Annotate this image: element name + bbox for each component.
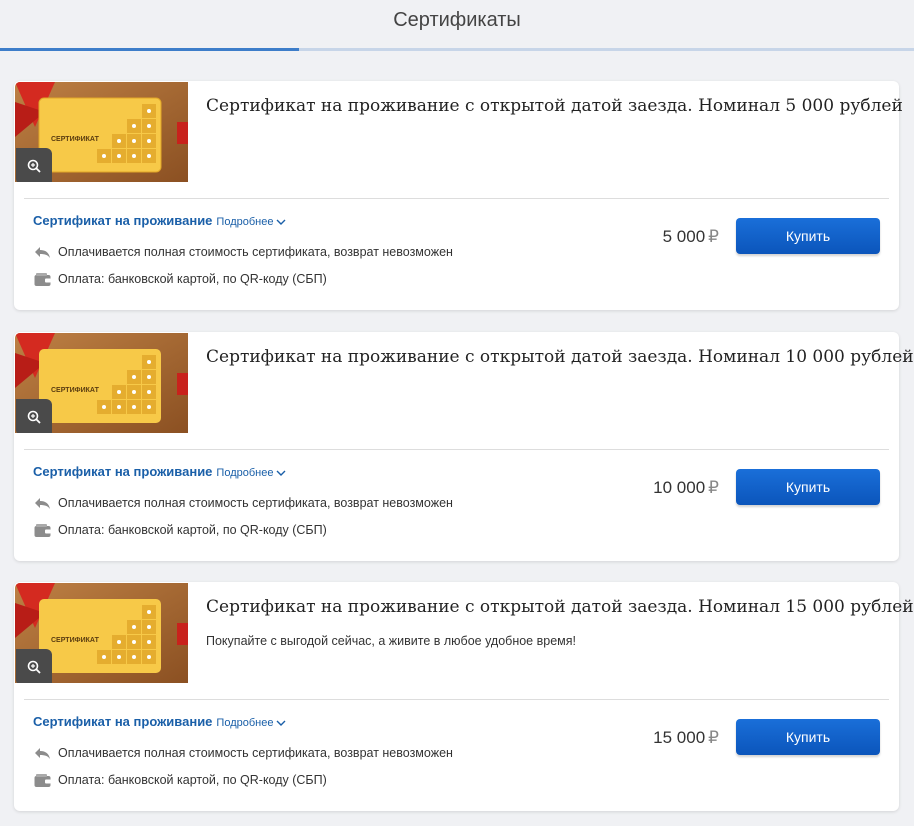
more-link[interactable]: Подробнее <box>216 216 286 228</box>
category-link[interactable]: Сертификат на проживание <box>33 714 212 729</box>
page-header: Сертификаты <box>0 0 914 52</box>
more-label: Подробнее <box>216 717 274 729</box>
payment-info: Оплата: банковской картой, по QR-коду (С… <box>33 271 327 287</box>
buy-button[interactable]: Купить <box>736 469 880 505</box>
zoom-button[interactable] <box>16 148 52 182</box>
certificate-title[interactable]: Сертификат на проживание с открытой дато… <box>206 597 914 617</box>
certificate-title[interactable]: Сертификат на проживание с открытой дато… <box>206 347 914 367</box>
certificate-description: Покупайте с выгодой сейчас, а живите в л… <box>206 634 576 648</box>
certificate-card: СЕРТИФИКАТ Сертификат на проживание с от… <box>14 582 914 811</box>
tab-progress-bar <box>0 48 914 51</box>
wallet-icon <box>33 772 51 788</box>
refund-info: Оплачивается полная стоимость сертификат… <box>33 745 453 761</box>
refund-info: Оплачивается полная стоимость сертификат… <box>33 495 453 511</box>
price-value: 15 000 <box>653 728 706 747</box>
svg-text:СЕРТИФИКАТ: СЕРТИФИКАТ <box>51 136 100 143</box>
certificate-image[interactable]: СЕРТИФИКАТ <box>15 333 188 433</box>
wallet-icon <box>33 271 51 287</box>
svg-text:СЕРТИФИКАТ: СЕРТИФИКАТ <box>51 637 100 644</box>
currency: ₽ <box>708 227 719 246</box>
tab-progress-active <box>0 48 299 51</box>
svg-text:СЕРТИФИКАТ: СЕРТИФИКАТ <box>51 387 100 394</box>
refund-text: Оплачивается полная стоимость сертификат… <box>58 245 453 259</box>
refund-info: Оплачивается полная стоимость сертификат… <box>33 244 453 260</box>
more-link[interactable]: Подробнее <box>216 717 286 729</box>
category-link[interactable]: Сертификат на проживание <box>33 464 212 479</box>
price-value: 5 000 <box>662 227 706 246</box>
certificate-image[interactable]: СЕРТИФИКАТ <box>15 82 188 182</box>
currency: ₽ <box>708 728 719 747</box>
payment-text: Оплата: банковской картой, по QR-коду (С… <box>58 523 327 537</box>
payment-text: Оплата: банковской картой, по QR-коду (С… <box>58 272 327 286</box>
refund-text: Оплачивается полная стоимость сертификат… <box>58 746 453 760</box>
return-arrow-icon <box>33 495 51 511</box>
payment-info: Оплата: банковской картой, по QR-коду (С… <box>33 522 327 538</box>
price: 15 000 ₽ <box>653 728 719 748</box>
zoom-button[interactable] <box>16 649 52 683</box>
refund-text: Оплачивается полная стоимость сертификат… <box>58 496 453 510</box>
payment-text: Оплата: банковской картой, по QR-коду (С… <box>58 773 327 787</box>
certificate-card: СЕРТИФИКАТ Сертификат на проживание с от… <box>14 332 914 561</box>
chevron-down-icon <box>276 720 286 726</box>
price: 5 000 ₽ <box>663 227 719 247</box>
price-value: 10 000 <box>653 478 706 497</box>
certificate-image[interactable]: СЕРТИФИКАТ <box>15 583 188 683</box>
price: 10 000 ₽ <box>653 478 719 498</box>
zoom-in-icon <box>27 159 41 173</box>
return-arrow-icon <box>33 745 51 761</box>
buy-button[interactable]: Купить <box>736 218 880 254</box>
more-label: Подробнее <box>216 216 274 228</box>
chevron-down-icon <box>276 470 286 476</box>
page-title: Сертификаты <box>393 9 521 31</box>
more-label: Подробнее <box>216 467 274 479</box>
currency: ₽ <box>708 478 719 497</box>
certificate-title[interactable]: Сертификат на проживание с открытой дато… <box>206 96 903 116</box>
zoom-in-icon <box>27 410 41 424</box>
return-arrow-icon <box>33 244 51 260</box>
certificate-card: СЕРТИФИКАТ Сертификат на проживание с от… <box>14 81 903 310</box>
chevron-down-icon <box>276 219 286 225</box>
more-link[interactable]: Подробнее <box>216 467 286 479</box>
category-link[interactable]: Сертификат на проживание <box>33 213 212 228</box>
buy-button[interactable]: Купить <box>736 719 880 755</box>
zoom-in-icon <box>27 660 41 674</box>
wallet-icon <box>33 522 51 538</box>
payment-info: Оплата: банковской картой, по QR-коду (С… <box>33 772 327 788</box>
zoom-button[interactable] <box>16 399 52 433</box>
